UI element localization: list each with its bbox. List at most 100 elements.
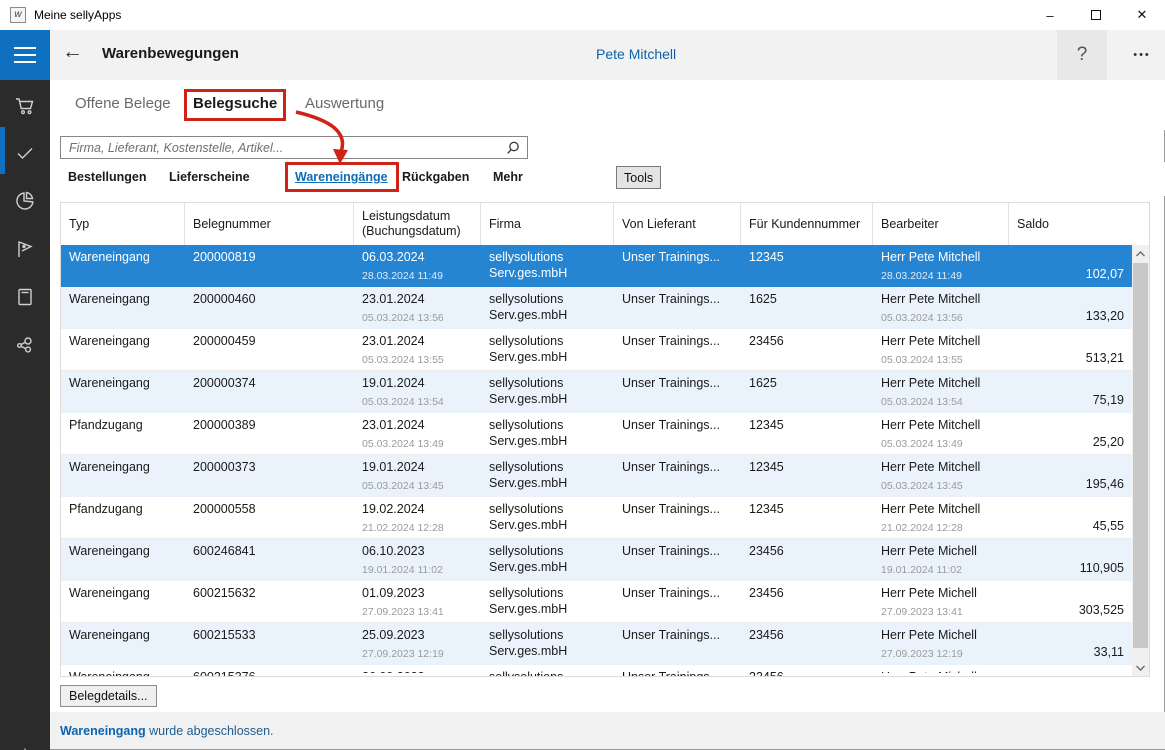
cell-leistungsdatum: 23.01.2024 — [362, 417, 473, 433]
cell-saldo: 513,21 — [1086, 351, 1124, 365]
cell-saldo: 110,905 — [1080, 561, 1124, 575]
cell-kundennummer: 12345 — [749, 459, 865, 475]
cell-firma-line2: Serv.ges.mbH — [489, 391, 606, 407]
cell-belegnummer: 200000819 — [193, 249, 346, 265]
column-header-belegnummer[interactable]: Belegnummer — [185, 203, 354, 245]
column-header-typ[interactable]: Typ — [61, 203, 185, 245]
vertical-scrollbar[interactable] — [1132, 245, 1149, 676]
search-input[interactable] — [67, 138, 487, 157]
cell-saldo: 25,20 — [1093, 435, 1124, 449]
table-row[interactable]: Wareneingang 600215533 25.09.202327.09.2… — [61, 623, 1132, 665]
ellipsis-icon: ••• — [1133, 49, 1151, 61]
cell-firma-line2: Serv.ges.mbH — [489, 517, 606, 533]
cell-kundennummer: 23456 — [749, 669, 865, 676]
filter-wareneingaenge[interactable]: Wareneingänge — [295, 170, 388, 184]
settings-button[interactable] — [0, 732, 50, 750]
cell-firma-line1: sellysolutions — [489, 543, 606, 559]
cell-leistungsdatum: 06.10.2023 — [362, 543, 473, 559]
table-row[interactable]: Wareneingang 200000373 19.01.202405.03.2… — [61, 455, 1132, 497]
tab-belegsuche[interactable]: Belegsuche — [193, 95, 277, 112]
cell-bearbeiter: Herr Pete Mitchell — [881, 249, 1001, 265]
column-header-bearbeiter[interactable]: Bearbeiter — [873, 203, 1009, 245]
cell-firma-line2: Serv.ges.mbH — [489, 433, 606, 449]
cell-leistungsdatum: 19.01.2024 — [362, 459, 473, 475]
belegdetails-button[interactable]: Belegdetails... — [60, 685, 157, 707]
table-row[interactable]: Wareneingang 200000459 23.01.202405.03.2… — [61, 329, 1132, 371]
sidebar-item-prices[interactable] — [0, 225, 50, 272]
cell-von-lieferant: Unser Trainings... — [622, 375, 733, 391]
page-header: ← Warenbewegungen Pete Mitchell ? ••• — [50, 30, 1165, 80]
user-name[interactable]: Pete Mitchell — [596, 46, 676, 62]
scroll-down-arrow-icon[interactable] — [1132, 659, 1149, 676]
cell-buchungsdatum: 19.01.2024 11:02 — [362, 564, 473, 576]
cell-bearbeiter: Herr Pete Michell — [881, 543, 1001, 559]
sidebar-item-share[interactable] — [0, 321, 50, 368]
column-header-leistungsdatum[interactable]: Leistungsdatum (Buchungsdatum) — [354, 203, 481, 245]
cell-belegnummer: 200000389 — [193, 417, 346, 433]
cell-buchungsdatum: 05.03.2024 13:55 — [362, 354, 473, 366]
table-row[interactable]: Wareneingang 600246841 06.10.202319.01.2… — [61, 539, 1132, 581]
sidebar — [0, 30, 50, 750]
filter-lieferscheine[interactable]: Lieferscheine — [169, 170, 250, 184]
cell-buchungsdatum: 05.03.2024 13:54 — [362, 396, 473, 408]
table-body: Wareneingang 200000819 06.03.202428.03.2… — [61, 245, 1132, 676]
cell-firma-line1: sellysolutions — [489, 501, 606, 517]
cell-firma-line1: sellysolutions — [489, 375, 606, 391]
cell-firma-line1: sellysolutions — [489, 459, 606, 475]
cell-buchungsdatum: 05.03.2024 13:49 — [362, 438, 473, 450]
cell-von-lieferant: Unser Trainings... — [622, 459, 733, 475]
cell-saldo: 45,55 — [1093, 519, 1124, 533]
cell-bearbeiter: Herr Pete Mitchell — [881, 375, 1001, 391]
table-row[interactable]: Wareneingang 200000460 23.01.202405.03.2… — [61, 287, 1132, 329]
cell-belegnummer: 200000373 — [193, 459, 346, 475]
maximize-icon — [1091, 10, 1101, 20]
cell-leistungsdatum: 23.01.2024 — [362, 333, 473, 349]
sidebar-item-goods-movements[interactable] — [0, 129, 50, 176]
minimize-button[interactable]: – — [1027, 0, 1073, 30]
scroll-up-arrow-icon[interactable] — [1132, 245, 1149, 262]
cell-bearbeiter-datum: 21.02.2024 12:28 — [881, 522, 1001, 534]
cell-leistungsdatum: 25.09.2023 — [362, 627, 473, 643]
cell-bearbeiter: Herr Pete Michell — [881, 627, 1001, 643]
close-button[interactable]: ✕ — [1119, 0, 1165, 30]
table-row[interactable]: Wareneingang 600215632 01.09.202327.09.2… — [61, 581, 1132, 623]
filter-rueckgaben[interactable]: Rückgaben — [402, 170, 469, 184]
back-button[interactable]: ← — [62, 40, 83, 64]
sidebar-item-catalog[interactable] — [0, 273, 50, 320]
sidebar-item-statistics[interactable] — [0, 177, 50, 224]
cell-leistungsdatum: 06.03.2024 — [362, 249, 473, 265]
pennant-icon — [14, 238, 36, 260]
filter-mehr[interactable]: Mehr — [493, 170, 523, 184]
help-button[interactable]: ? — [1057, 30, 1107, 80]
column-header-firma[interactable]: Firma — [481, 203, 614, 245]
cell-belegnummer: 600215376 — [193, 669, 346, 676]
filter-bestellungen[interactable]: Bestellungen — [68, 170, 147, 184]
cell-typ: Wareneingang — [69, 627, 177, 643]
column-header-von-lieferant[interactable]: Von Lieferant — [614, 203, 741, 245]
tools-button[interactable]: Tools — [616, 166, 661, 189]
check-icon — [14, 142, 36, 164]
search-box — [60, 136, 528, 159]
cell-bearbeiter-datum: 27.09.2023 12:19 — [881, 648, 1001, 660]
cell-bearbeiter-datum: 05.03.2024 13:56 — [881, 312, 1001, 324]
search-icon[interactable] — [505, 140, 521, 156]
column-header-saldo[interactable]: Saldo — [1009, 203, 1132, 245]
tab-offene-belege[interactable]: Offene Belege — [75, 95, 171, 112]
table-row[interactable]: Wareneingang 600215376 26.09.2023 sellys… — [61, 665, 1132, 676]
cell-saldo: 303,525 — [1079, 603, 1124, 617]
cell-von-lieferant: Unser Trainings... — [622, 543, 733, 559]
maximize-button[interactable] — [1073, 0, 1119, 30]
table-row[interactable]: Wareneingang 200000374 19.01.202405.03.2… — [61, 371, 1132, 413]
table-row[interactable]: Wareneingang 200000819 06.03.202428.03.2… — [61, 245, 1132, 287]
cell-belegnummer: 600246841 — [193, 543, 346, 559]
more-options-button[interactable]: ••• — [1122, 38, 1162, 72]
column-header-fuer-kundennummer[interactable]: Für Kundennummer — [741, 203, 873, 245]
table-row[interactable]: Pfandzugang 200000558 19.02.202421.02.20… — [61, 497, 1132, 539]
cell-bearbeiter: Herr Pete Mitchell — [881, 291, 1001, 307]
table-row[interactable]: Pfandzugang 200000389 23.01.202405.03.20… — [61, 413, 1132, 455]
tab-auswertung[interactable]: Auswertung — [305, 95, 384, 112]
cell-firma-line1: sellysolutions — [489, 333, 606, 349]
hamburger-menu-button[interactable] — [0, 30, 50, 80]
sidebar-item-cart[interactable] — [0, 82, 50, 129]
scrollbar-thumb[interactable] — [1133, 263, 1148, 648]
